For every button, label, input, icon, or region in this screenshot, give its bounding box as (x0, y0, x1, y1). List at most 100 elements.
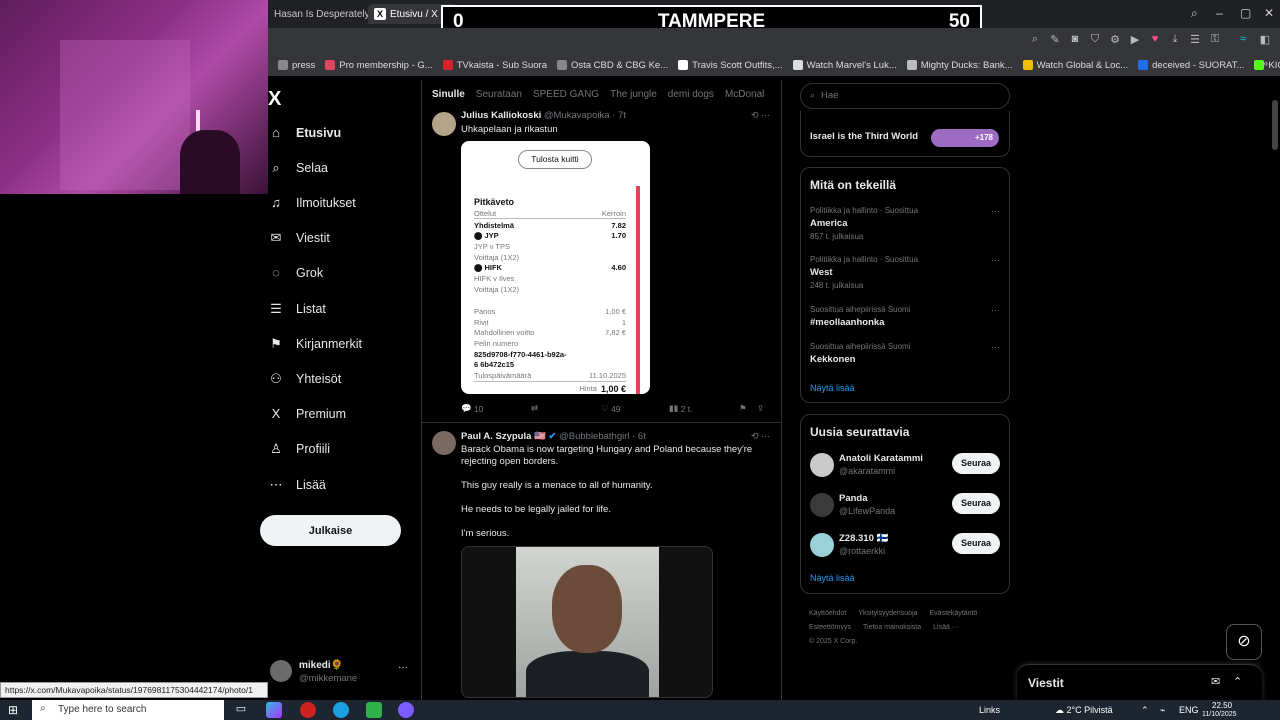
lock-icon[interactable]: ⚿ (1208, 33, 1222, 47)
nav-item-premium[interactable]: X Premium (268, 406, 346, 421)
follow-button[interactable]: Seuraa (952, 533, 1000, 554)
bookmarks-overflow-icon[interactable]: » (1258, 58, 1272, 72)
trend-item[interactable]: Politiikka ja hallinto · Suosittua West 24… (810, 255, 1000, 290)
nav-item-lisää[interactable]: ⋯ Lisää (268, 477, 326, 493)
browser-tab[interactable]: Hasan Is Desperately Tryin (268, 4, 368, 24)
tweet[interactable]: Paul A. Szypula 🇺🇸 ✔ @Bubblebathgirl · 6… (422, 423, 782, 703)
follow-button[interactable]: Seuraa (952, 453, 1000, 474)
trend-item[interactable]: Suosittua aihepiirissä Suomi Kekkonen ··· (810, 342, 1000, 365)
tray-chevron-icon[interactable]: ⌃ (1141, 705, 1149, 716)
discord-icon[interactable] (398, 702, 414, 718)
nav-item-grok[interactable]: ◌ Grok (268, 265, 323, 280)
clock-time[interactable]: 22.50 (1212, 701, 1232, 710)
scrollbar[interactable] (1272, 100, 1278, 150)
tweet-video[interactable] (461, 546, 713, 698)
avatar[interactable] (432, 112, 456, 136)
avatar[interactable] (810, 493, 834, 517)
settings-icon[interactable]: ⚙ (1108, 33, 1122, 47)
extension-icon[interactable]: ≈ (1236, 33, 1250, 47)
follow-suggestion[interactable]: Panda @LifewPanda Seuraa (810, 491, 1002, 521)
timeline-tab[interactable]: The jungle (610, 80, 657, 110)
more-icon[interactable]: ··· (991, 342, 1000, 352)
views-button[interactable]: ▮▮ 2 t. (669, 403, 739, 414)
trend-item[interactable]: Suosittua aihepiirissä Suomi #meollaanhon… (810, 305, 1000, 328)
x-logo-icon[interactable]: X (268, 88, 281, 111)
search-icon[interactable]: ⌕ (1191, 6, 1198, 21)
grok-icon[interactable]: ⊘ (1226, 624, 1262, 660)
opera-icon[interactable] (300, 702, 316, 718)
nav-item-profiili[interactable]: ♙ Profiili (268, 441, 330, 457)
nav-item-etusivu[interactable]: ⌂ Etusivu (268, 125, 341, 140)
heart-icon[interactable]: ♥ (1148, 33, 1162, 47)
compose-message-icon[interactable]: ✉ (1211, 675, 1220, 688)
task-view-icon[interactable]: ▭ (233, 702, 249, 718)
nav-item-selaa[interactable]: ⌕ Selaa (268, 160, 328, 176)
taskbar-search-input[interactable]: ⌕ Type here to search (32, 700, 224, 720)
play-icon[interactable]: ▶ (1128, 33, 1142, 47)
messages-drawer[interactable]: Viestit ✉ ⌃ (1017, 664, 1262, 700)
bookmark-item[interactable]: Travis Scott Outfits,... (678, 60, 783, 71)
more-icon[interactable]: ··· (398, 662, 408, 673)
menu-icon[interactable]: ☰ (1188, 33, 1202, 47)
timeline-tab[interactable]: McDonal (725, 80, 764, 110)
timeline-tab[interactable]: SPEED GANG (533, 80, 599, 110)
bookmark-item[interactable]: Pro membership - G... (325, 60, 433, 71)
trend-item[interactable]: Politiikka ja hallinto · Suosittua Americ… (810, 206, 1000, 241)
zoom-icon[interactable]: ⌕ (1028, 33, 1042, 47)
more-icon[interactable]: ··· (991, 305, 1000, 315)
clock-date[interactable]: 11/10/2025 (1202, 711, 1237, 718)
close-icon[interactable]: ✕ (1264, 6, 1274, 20)
avatar[interactable] (810, 453, 834, 477)
tweet[interactable]: Julius Kalliokoski @Mukavapoika · 7t ⟲ ·… (422, 110, 782, 423)
minimize-icon[interactable]: – (1216, 6, 1223, 20)
bookmark-item[interactable]: press (278, 60, 315, 71)
bookmark-item[interactable]: deceived - SUORAT... (1138, 60, 1244, 71)
nav-item-listat[interactable]: ☰ Listat (268, 301, 326, 317)
show-more-link[interactable]: Näytä lisää (810, 573, 855, 583)
nav-item-kirjanmerkit[interactable]: ⚑ Kirjanmerkit (268, 336, 362, 352)
more-icon[interactable]: ··· (991, 206, 1000, 216)
camera-icon[interactable]: ◙ (1068, 33, 1082, 47)
app-icon[interactable] (366, 702, 382, 718)
timeline-tab[interactable]: demi dogs (668, 80, 714, 110)
bookmark-item[interactable]: TVkaista - Sub Suora (442, 60, 547, 71)
tweet-author[interactable]: Julius Kalliokoski @Mukavapoika · 7t (461, 110, 626, 121)
bookmark-icon[interactable]: ⚑ (739, 403, 757, 414)
nav-item-viestit[interactable]: ✉ Viestit (268, 230, 330, 246)
nav-item-yhteisöt[interactable]: ⚇ Yhteisöt (268, 371, 341, 387)
weather-widget[interactable]: ☁ 2°C Pilvistä (1055, 705, 1113, 716)
footer-link[interactable]: Lisää ··· (933, 624, 959, 631)
chevron-up-icon[interactable]: ⌃ (1233, 675, 1242, 688)
footer-link[interactable]: Yksityisyydensuoja (858, 610, 917, 617)
reply-button[interactable]: 💬 10 (461, 403, 531, 414)
download-icon[interactable]: ⤓ (1168, 33, 1182, 47)
footer-link[interactable]: Käyttöehdot (809, 610, 846, 617)
footer-link[interactable]: Esteettömyys (809, 624, 851, 631)
bookmark-item[interactable]: Watch Global & Loc... (1022, 60, 1128, 71)
bookmark-item[interactable]: Mighty Ducks: Bank... (906, 60, 1013, 71)
edit-icon[interactable]: ✎ (1048, 33, 1062, 47)
edge-icon[interactable] (333, 702, 349, 718)
post-button[interactable]: Julkaise (260, 515, 401, 546)
timeline-tab[interactable]: Seurataan (476, 80, 522, 110)
maximize-icon[interactable]: ▢ (1240, 6, 1251, 20)
avatar[interactable] (810, 533, 834, 557)
account-switcher[interactable]: mikedi🌻 @mikkemane ··· (268, 656, 418, 686)
network-icon[interactable]: ⌁ (1160, 705, 1165, 716)
footer-link[interactable]: Evästekäytäntö (930, 610, 978, 617)
follow-button[interactable]: Seuraa (952, 493, 1000, 514)
windows-start-icon[interactable]: ⊞ (8, 703, 18, 717)
footer-link[interactable]: Tietoa mainoksista (863, 624, 921, 631)
search-input[interactable]: ⌕ Hae (800, 83, 1010, 109)
more-icon[interactable]: ··· (991, 255, 1000, 265)
show-more-link[interactable]: Näytä lisää (810, 383, 855, 393)
like-button[interactable]: ♡ 49 (601, 403, 669, 414)
links-toolbar[interactable]: Links (979, 705, 1000, 715)
footer-link[interactable]: © 2025 X Corp. (809, 638, 857, 645)
shield-icon[interactable]: ⛉ (1088, 33, 1102, 47)
share-icon[interactable]: ⇪ (757, 403, 764, 414)
app-icon[interactable] (266, 702, 282, 718)
more-icon[interactable]: ⟲ ··· (751, 110, 770, 121)
bookmark-item[interactable]: Osta CBD & CBG Ke... (556, 60, 668, 71)
follow-suggestion[interactable]: Z28.310 🇫🇮 @rottaerkki Seuraa (810, 531, 1002, 561)
